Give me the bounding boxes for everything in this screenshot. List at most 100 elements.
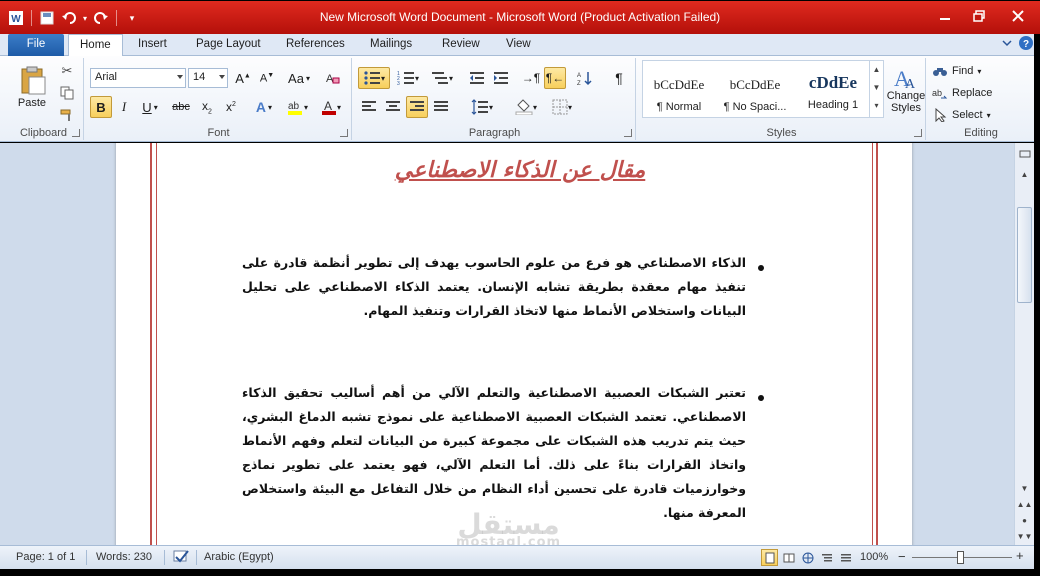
print-layout-view-icon[interactable] — [761, 549, 778, 566]
zoom-slider-thumb[interactable] — [957, 551, 964, 564]
font-size-select[interactable]: 14 — [188, 68, 228, 88]
title-bar: W ▾ ▾ New Microsoft Word Document - Micr… — [0, 0, 1040, 34]
redo-icon[interactable] — [91, 8, 111, 28]
chevron-down-icon: ▾ — [488, 102, 493, 112]
cut-button[interactable]: ✂ — [56, 60, 78, 82]
language-indicator[interactable]: Arabic (Egypt) — [204, 551, 274, 563]
increase-indent-button[interactable] — [490, 67, 512, 89]
find-button[interactable]: Find ▾ — [932, 60, 1012, 82]
scroll-down-icon[interactable]: ▼ — [1017, 481, 1032, 495]
word-logo-icon[interactable]: W — [6, 8, 26, 28]
zoom-level[interactable]: 100% — [860, 551, 888, 563]
decrease-indent-button[interactable] — [466, 67, 488, 89]
styles-launcher[interactable] — [914, 129, 922, 137]
scroll-thumb[interactable] — [1017, 207, 1032, 303]
strikethrough-button[interactable]: abc — [168, 96, 194, 118]
sort-button[interactable]: AZ — [574, 67, 596, 89]
bold-button[interactable]: B — [90, 96, 112, 118]
help-icon[interactable]: ? — [1018, 35, 1034, 51]
line-spacing-button[interactable]: ▾ — [466, 96, 498, 118]
multilevel-list-button[interactable]: ▾ — [426, 67, 458, 89]
tab-view[interactable]: View — [495, 34, 542, 56]
font-color-button[interactable]: A ▾ — [316, 96, 346, 118]
previous-page-icon[interactable]: ▲▲ — [1017, 497, 1033, 511]
styles-scroll[interactable]: ▲ ▼ ▾ — [869, 61, 883, 117]
grow-font-button[interactable]: A▲ — [232, 67, 254, 89]
browse-object-icon[interactable]: ● — [1017, 513, 1032, 527]
underline-button[interactable]: U ▾ — [136, 96, 164, 118]
text-effects-button[interactable]: A ▾ — [250, 96, 278, 118]
highlight-button[interactable]: ab ▾ — [282, 96, 312, 118]
clear-formatting-button[interactable]: A — [320, 67, 344, 89]
word-count[interactable]: Words: 230 — [96, 551, 152, 563]
multilevel-list-icon — [431, 72, 448, 84]
draft-view-icon[interactable] — [837, 549, 854, 566]
select-button[interactable]: Select ▾ — [932, 104, 1012, 126]
minimize-ribbon-icon[interactable] — [1000, 36, 1014, 50]
minimize-button[interactable] — [928, 2, 962, 29]
full-screen-reading-icon[interactable] — [780, 549, 797, 566]
svg-text:A: A — [324, 99, 332, 113]
paragraph-group: ▾ 123 ▾ ▾ →¶ ¶← AZ ¶ ▾ ▾ ▾ Paragraph — [354, 58, 636, 140]
scroll-up-icon[interactable]: ▲ — [1017, 167, 1032, 181]
font-launcher[interactable] — [340, 129, 348, 137]
clipboard-launcher[interactable] — [72, 129, 80, 137]
close-button[interactable] — [996, 2, 1040, 29]
restore-button[interactable] — [962, 2, 996, 29]
numbering-button[interactable]: 123 ▾ — [392, 67, 424, 89]
outline-view-icon[interactable] — [818, 549, 835, 566]
style-heading-1[interactable]: cDdEe Heading 1 — [795, 65, 871, 119]
change-styles-button[interactable]: AA Change Styles — [886, 62, 926, 118]
bullets-button[interactable]: ▾ — [358, 67, 390, 89]
zoom-out-icon[interactable]: − — [898, 549, 906, 564]
window-controls — [928, 2, 1040, 29]
page-count[interactable]: Page: 1 of 1 — [16, 551, 75, 563]
paragraph-launcher[interactable] — [624, 129, 632, 137]
align-left-button[interactable] — [358, 96, 380, 118]
align-center-button[interactable] — [382, 96, 404, 118]
tab-mailings[interactable]: Mailings — [359, 34, 423, 56]
document-page[interactable]: مقال عن الذكاء الاصطناعي الذكاء الاصطناع… — [116, 143, 912, 545]
superscript-button[interactable]: x2 — [220, 96, 242, 118]
web-layout-icon[interactable] — [799, 549, 816, 566]
subscript-button[interactable]: x2 — [196, 96, 218, 118]
shrink-font-button[interactable]: A▼ — [256, 67, 278, 89]
chevron-down-icon: ▾ — [303, 102, 308, 112]
align-right-button[interactable] — [406, 96, 428, 118]
change-case-button[interactable]: Aa ▾ — [284, 67, 314, 89]
ruler-toggle-icon[interactable] — [1017, 147, 1032, 161]
tab-references[interactable]: References — [275, 34, 356, 56]
copy-button[interactable] — [56, 82, 78, 104]
ltr-direction-button[interactable]: →¶ — [520, 67, 542, 89]
save-icon[interactable] — [37, 8, 57, 28]
svg-text:ab: ab — [932, 88, 942, 98]
underline-icon: U — [142, 99, 152, 115]
proofing-icon[interactable] — [172, 549, 190, 568]
zoom-in-icon[interactable]: + — [1016, 548, 1024, 563]
shading-button[interactable]: ▾ — [510, 96, 542, 118]
undo-icon[interactable] — [59, 8, 79, 28]
window-title: New Microsoft Word Document - Microsoft … — [319, 10, 721, 24]
justify-button[interactable] — [430, 96, 452, 118]
paste-button[interactable]: Paste — [10, 60, 54, 114]
editing-group-label: Editing — [964, 127, 998, 139]
replace-button[interactable]: ab Replace — [932, 82, 1012, 104]
grow-font-icon: A▲ — [235, 70, 251, 86]
tab-insert[interactable]: Insert — [127, 34, 178, 56]
customize-toolbar-icon[interactable]: ▾ — [122, 8, 142, 28]
tab-file[interactable]: File — [8, 34, 64, 56]
rtl-direction-button[interactable]: ¶← — [544, 67, 566, 89]
borders-button[interactable]: ▾ — [546, 96, 578, 118]
show-hide-button[interactable]: ¶ — [608, 67, 630, 89]
vertical-scrollbar[interactable]: ▲ ▼ ▲▲ ● ▼▼ — [1014, 143, 1034, 545]
tab-home[interactable]: Home — [68, 34, 123, 57]
undo-dropdown-icon[interactable]: ▾ — [81, 8, 89, 28]
style-no-spacing[interactable]: bCcDdEe ¶ No Spaci... — [715, 65, 795, 119]
italic-button[interactable]: I — [114, 96, 134, 118]
tab-page-layout[interactable]: Page Layout — [185, 34, 272, 56]
format-painter-button[interactable] — [56, 104, 78, 126]
next-page-icon[interactable]: ▼▼ — [1017, 529, 1033, 543]
tab-review[interactable]: Review — [431, 34, 491, 56]
font-family-select[interactable]: Arial — [90, 68, 186, 88]
style-normal[interactable]: bCcDdEe ¶ Normal — [643, 65, 715, 119]
